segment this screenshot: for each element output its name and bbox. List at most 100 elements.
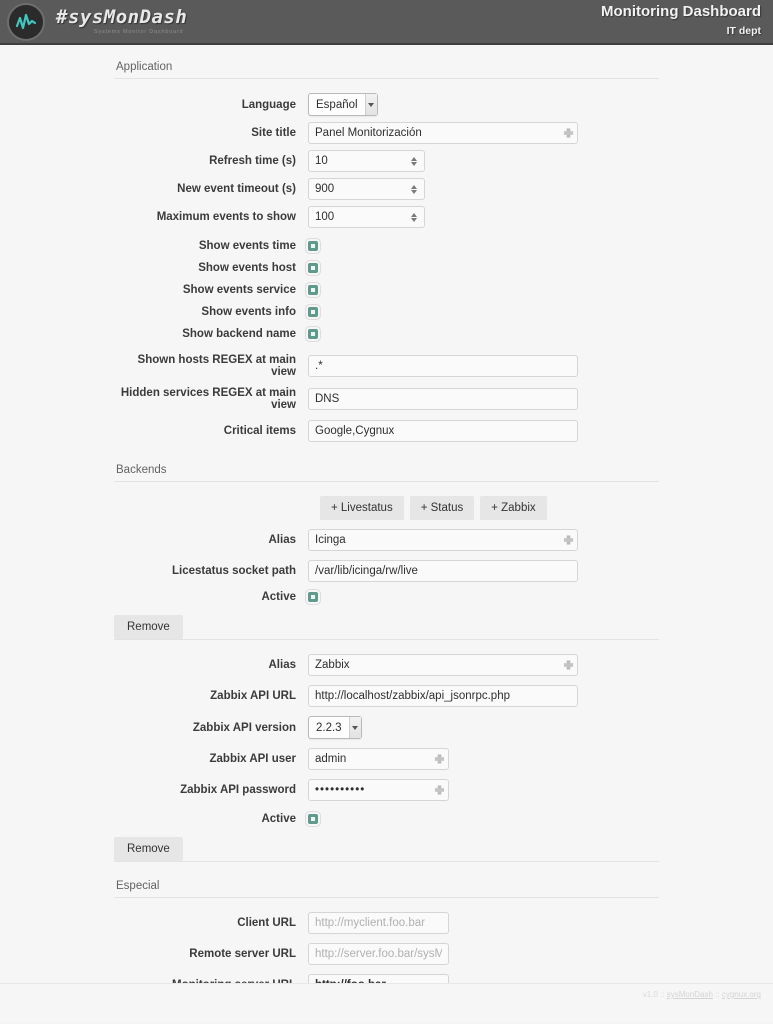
max-events-input[interactable]: 100 — [308, 206, 425, 228]
critical-items-input[interactable]: Google,Cygnux — [308, 420, 578, 442]
chevron-down-icon[interactable] — [364, 94, 377, 115]
remove-livestatus-button[interactable]: Remove — [114, 615, 183, 639]
autofill-key-icon — [563, 128, 574, 138]
label-livestatus-active: Active — [261, 591, 296, 603]
client-url-placeholder: http://myclient.foo.bar — [315, 917, 425, 929]
field-row-refresh-time: Refresh time (s) 10 — [114, 150, 659, 172]
field-row-show-events-service: Show events service — [114, 284, 659, 296]
page-body: Application Language Español Site title … — [0, 45, 773, 1022]
label-shown-hosts-regex: Shown hosts REGEX at main view — [137, 354, 296, 378]
section-legend-application: Application — [114, 57, 659, 79]
field-row-critical-items: Critical items Google,Cygnux — [114, 420, 659, 442]
field-row-livestatus-active: Active — [114, 591, 659, 603]
label-remote-server-url: Remote server URL — [189, 948, 296, 960]
footer-site-link[interactable]: cygnux.org — [722, 990, 761, 999]
checkbox-zabbix-active[interactable] — [308, 814, 318, 824]
shown-hosts-regex-value: .* — [315, 360, 323, 372]
autofill-key-icon — [434, 785, 445, 795]
livestatus-socket-path-input[interactable]: /var/lib/icinga/rw/live — [308, 560, 578, 582]
autofill-key-icon — [563, 660, 574, 670]
livestatus-alias-input[interactable]: Icinga — [308, 529, 578, 551]
livestatus-remove-bar: Remove — [114, 615, 659, 640]
label-site-title: Site title — [251, 127, 296, 139]
field-row-zabbix-api-url: Zabbix API URL http://localhost/zabbix/a… — [114, 685, 659, 707]
zabbix-api-user-input[interactable]: admin — [308, 748, 449, 770]
spinner-arrows-icon[interactable] — [411, 156, 417, 166]
field-row-client-url: Client URL http://myclient.foo.bar — [114, 912, 659, 934]
shown-hosts-regex-input[interactable]: .* — [308, 355, 578, 377]
zabbix-api-password-input[interactable]: •••••••••• — [308, 779, 449, 801]
label-show-events-time: Show events time — [198, 240, 296, 252]
livestatus-alias-value: Icinga — [315, 534, 346, 546]
refresh-time-value: 10 — [315, 155, 328, 167]
field-row-language: Language Español — [114, 93, 659, 116]
client-url-input[interactable]: http://myclient.foo.bar — [308, 912, 449, 934]
new-event-timeout-input[interactable]: 900 — [308, 178, 425, 200]
label-max-events: Maximum events to show — [156, 211, 296, 223]
footer-app-link[interactable]: sysMonDash — [667, 990, 713, 999]
backend-add-buttons: + Livestatus + Status + Zabbix — [308, 496, 659, 520]
field-row-site-title: Site title Panel Monitorización — [114, 122, 659, 144]
refresh-time-input[interactable]: 10 — [308, 150, 425, 172]
wave-chart-icon — [15, 13, 37, 29]
footer-text: v1.0 :: sysMonDash :: cygnux.org — [0, 984, 773, 999]
field-row-remote-server-url: Remote server URL http://server.foo.bar/… — [114, 943, 659, 965]
chevron-down-icon[interactable] — [348, 717, 361, 738]
site-title-value: Panel Monitorización — [315, 127, 422, 139]
label-zabbix-api-version: Zabbix API version — [192, 721, 296, 734]
zabbix-api-password-value: •••••••••• — [315, 784, 366, 796]
critical-items-value: Google,Cygnux — [315, 425, 395, 437]
brand: #sysMonDash Systems Monitor Dashboard — [56, 6, 188, 36]
autofill-key-icon — [563, 535, 574, 545]
label-zabbix-alias: Alias — [268, 659, 297, 671]
add-status-button[interactable]: + Status — [409, 496, 475, 520]
field-row-livestatus-alias: Alias Icinga — [114, 529, 659, 551]
checkbox-show-events-service[interactable] — [308, 285, 318, 295]
label-show-events-service: Show events service — [182, 284, 296, 296]
remove-zabbix-button[interactable]: Remove — [114, 837, 183, 861]
zabbix-api-version-value: 2.2.3 — [316, 721, 342, 734]
zabbix-api-url-input[interactable]: http://localhost/zabbix/api_jsonrpc.php — [308, 685, 578, 707]
add-livestatus-button[interactable]: + Livestatus — [320, 496, 404, 520]
checkbox-show-events-host[interactable] — [308, 263, 318, 273]
field-row-zabbix-api-version: Zabbix API version 2.2.3 — [114, 716, 659, 739]
label-refresh-time: Refresh time (s) — [209, 155, 296, 167]
field-row-zabbix-api-password: Zabbix API password •••••••••• — [114, 779, 659, 801]
label-critical-items: Critical items — [223, 425, 296, 437]
spinner-arrows-icon[interactable] — [411, 184, 417, 194]
page-subtitle: IT dept — [726, 25, 761, 37]
field-row-show-backend-name: Show backend name — [114, 328, 659, 340]
hidden-services-regex-input[interactable]: DNS — [308, 388, 578, 410]
brand-title: #sysMonDash — [56, 6, 188, 28]
field-row-show-events-time: Show events time — [114, 240, 659, 252]
site-title-input[interactable]: Panel Monitorización — [308, 122, 578, 144]
label-zabbix-api-url: Zabbix API URL — [210, 690, 296, 702]
zabbix-alias-input[interactable]: Zabbix — [308, 654, 578, 676]
zabbix-api-version-select[interactable]: 2.2.3 — [308, 716, 362, 739]
remote-server-url-input[interactable]: http://server.foo.bar/sysMon — [308, 943, 449, 965]
footer-version: v1.0 :: — [642, 990, 667, 999]
checkbox-show-events-time[interactable] — [308, 241, 318, 251]
label-language: Language — [241, 98, 296, 111]
checkbox-show-events-info[interactable] — [308, 307, 318, 317]
label-show-events-host: Show events host — [198, 262, 296, 274]
config-form: Application Language Español Site title … — [114, 45, 659, 1024]
brand-subtitle: Systems Monitor Dashboard — [94, 29, 184, 35]
footer-separator: :: — [712, 990, 722, 999]
zabbix-api-url-value: http://localhost/zabbix/api_jsonrpc.php — [315, 690, 510, 702]
spinner-arrows-icon[interactable] — [411, 212, 417, 222]
max-events-value: 100 — [315, 211, 335, 223]
field-row-show-events-info: Show events info — [114, 306, 659, 318]
zabbix-alias-value: Zabbix — [315, 659, 350, 671]
add-zabbix-button[interactable]: + Zabbix — [480, 496, 547, 520]
language-select[interactable]: Español — [308, 93, 378, 116]
field-row-zabbix-api-user: Zabbix API user admin — [114, 748, 659, 770]
app-header: #sysMonDash Systems Monitor Dashboard Mo… — [0, 0, 773, 45]
checkbox-livestatus-active[interactable] — [308, 592, 318, 602]
checkbox-show-backend-name[interactable] — [308, 329, 318, 339]
page-title: Monitoring Dashboard — [601, 3, 761, 20]
label-zabbix-active: Active — [261, 813, 296, 825]
section-legend-backends: Backends — [114, 460, 659, 482]
field-row-new-event-timeout: New event timeout (s) 900 — [114, 178, 659, 200]
page-footer: v1.0 :: sysMonDash :: cygnux.org — [0, 983, 773, 1022]
